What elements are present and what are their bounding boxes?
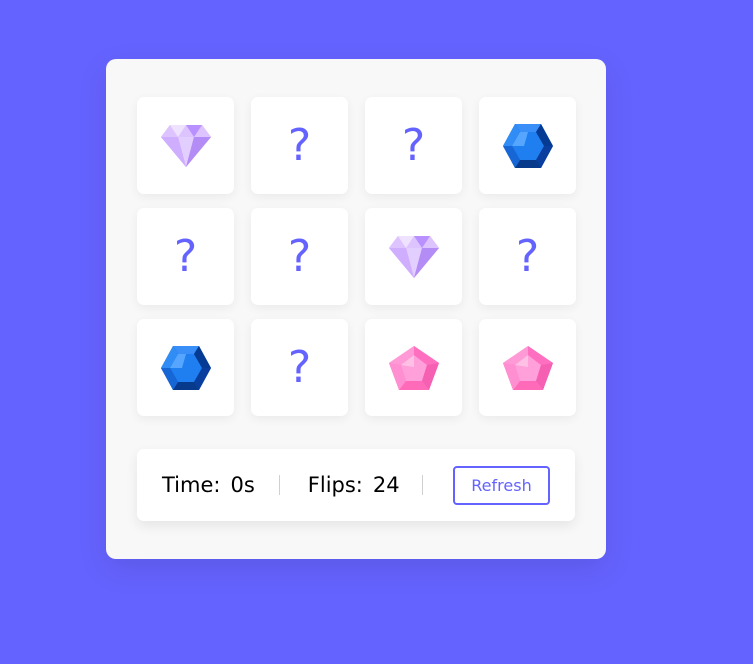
flips-label: Flips:	[307, 473, 363, 497]
card-revealed[interactable]	[365, 319, 462, 416]
purple-diamond-gem-icon	[160, 123, 212, 169]
card-revealed[interactable]	[365, 208, 462, 305]
question-mark-icon: ?	[287, 341, 312, 393]
question-mark-icon: ?	[401, 119, 426, 171]
game-board: ? ? ? ? ? ? Time: 0s Flips: 24 Refresh	[106, 59, 606, 559]
details-bar: Time: 0s Flips: 24 Refresh	[137, 449, 575, 521]
card-revealed[interactable]	[479, 97, 576, 194]
card-hidden[interactable]: ?	[251, 208, 348, 305]
refresh-button[interactable]: Refresh	[453, 465, 550, 505]
card-revealed[interactable]	[137, 97, 234, 194]
card-grid: ? ? ? ? ? ?	[137, 97, 576, 416]
card-revealed[interactable]	[137, 319, 234, 416]
question-mark-icon: ?	[515, 230, 540, 282]
pink-pentagon-gem-icon	[388, 345, 440, 391]
question-mark-icon: ?	[287, 119, 312, 171]
purple-diamond-gem-icon	[388, 234, 440, 280]
blue-hexagon-gem-icon	[160, 345, 211, 391]
divider	[278, 475, 280, 495]
question-mark-icon: ?	[287, 230, 312, 282]
card-hidden[interactable]: ?	[137, 208, 234, 305]
time-label: Time:	[162, 473, 221, 497]
time-value: 0s	[230, 473, 255, 497]
blue-hexagon-gem-icon	[502, 123, 553, 169]
flips-counter: Flips: 24	[308, 473, 400, 497]
timer: Time: 0s	[162, 473, 255, 497]
card-hidden[interactable]: ?	[365, 97, 462, 194]
flips-value: 24	[372, 473, 400, 497]
card-revealed[interactable]	[479, 319, 576, 416]
divider	[421, 475, 423, 495]
pink-pentagon-gem-icon	[502, 345, 554, 391]
card-hidden[interactable]: ?	[251, 319, 348, 416]
card-hidden[interactable]: ?	[479, 208, 576, 305]
card-hidden[interactable]: ?	[251, 97, 348, 194]
question-mark-icon: ?	[173, 230, 198, 282]
